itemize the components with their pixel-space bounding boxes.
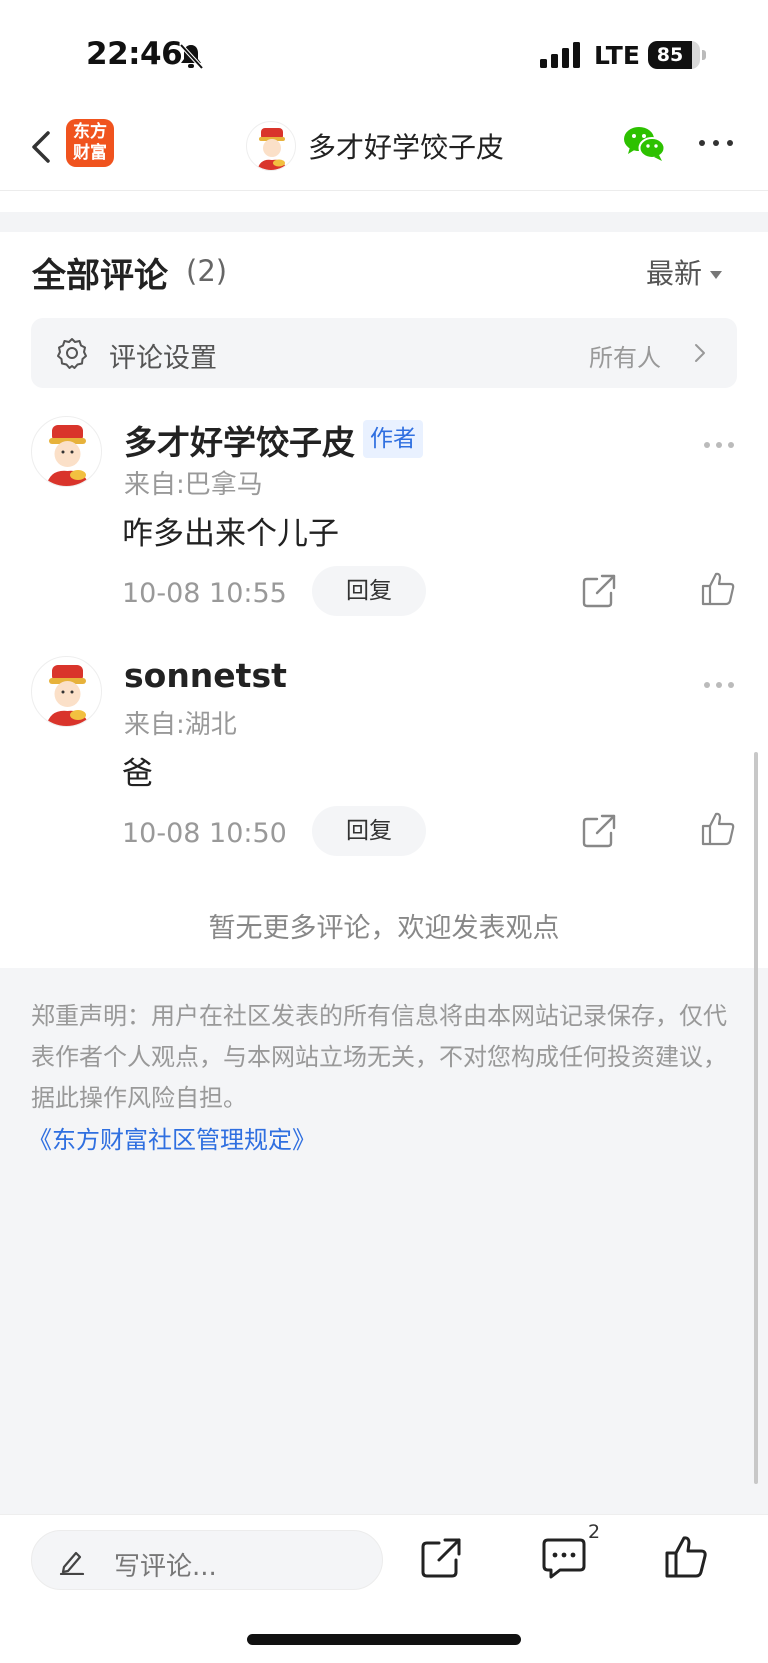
comment-settings-bar[interactable]: 评论设置 所有人 (31, 318, 737, 388)
comments-title: 全部评论 (32, 256, 168, 296)
settings-value: 所有人 (589, 344, 661, 372)
back-icon[interactable] (24, 121, 60, 173)
comment-icon[interactable] (542, 1537, 586, 1579)
more-icon[interactable] (696, 131, 736, 155)
scrollbar[interactable] (754, 752, 758, 1484)
page-title: 多才好学饺子皮 (308, 131, 505, 164)
comment-location: 来自:巴拿马 (124, 470, 263, 500)
thumbs-up-icon[interactable] (700, 571, 736, 607)
comment-text: 咋多出来个儿子 (122, 516, 339, 552)
sort-dropdown[interactable]: 最新 (646, 252, 723, 292)
signal-icon (540, 42, 580, 68)
app-logo[interactable]: 东方财富 (66, 119, 114, 167)
comment-location: 来自:湖北 (124, 710, 237, 740)
status-bar: 22:46 LTE 85 (0, 0, 768, 105)
comments-count: (2) (186, 254, 228, 288)
more-icon[interactable] (704, 440, 740, 450)
status-time: 22:46 (86, 36, 183, 72)
network-type: LTE (594, 41, 640, 70)
section-divider (0, 212, 768, 232)
share-icon[interactable] (582, 814, 616, 848)
community-rules-link[interactable]: 《东方财富社区管理规定》 (28, 1120, 316, 1155)
thumbs-up-icon[interactable] (664, 1535, 708, 1579)
battery-cap (702, 50, 706, 60)
home-indicator[interactable] (247, 1634, 521, 1645)
avatar[interactable] (246, 121, 296, 171)
reply-button[interactable]: 回复 (312, 806, 426, 856)
chevron-right-icon (695, 344, 705, 362)
comment-input[interactable]: 写评论... (31, 1530, 383, 1590)
avatar[interactable] (31, 656, 102, 727)
comment-time: 10-08 10:50 (122, 818, 287, 849)
disclaimer-text: 郑重声明：用户在社区发表的所有信息将由本网站记录保存，仅代表作者个人观点，与本网… (31, 1002, 727, 1112)
avatar[interactable] (31, 416, 102, 487)
no-more-comments: 暂无更多评论，欢迎发表观点 (208, 913, 560, 944)
thumbs-up-icon[interactable] (700, 811, 736, 847)
battery-indicator: 85 (648, 41, 700, 69)
comment-text: 爸 (122, 756, 153, 792)
comment-author[interactable]: 多才好学饺子皮 (124, 416, 355, 464)
comment-input-placeholder: 写评论... (114, 1552, 217, 1582)
settings-label: 评论设置 (109, 343, 217, 374)
gear-icon (57, 338, 87, 369)
wechat-icon[interactable] (622, 123, 666, 163)
comment-item: 多才好学饺子皮 作者 来自:巴拿马 咋多出来个儿子 10-08 10:55 回复 (0, 416, 768, 636)
reply-button[interactable]: 回复 (312, 566, 426, 616)
disclaimer-panel: 郑重声明：用户在社区发表的所有信息将由本网站记录保存，仅代表作者个人观点，与本网… (0, 968, 768, 1514)
nav-bar: 东方财富 多才好学饺子皮 (0, 105, 768, 191)
comment-author[interactable]: sonnetst (124, 656, 287, 695)
comment-item: sonnetst 来自:湖北 爸 10-08 10:50 回复 (0, 656, 768, 876)
share-icon[interactable] (582, 574, 616, 608)
bell-off-icon (179, 43, 204, 70)
caret-down-icon (710, 271, 723, 279)
comment-count-badge: 2 (588, 1521, 601, 1543)
battery-level: 85 (656, 44, 684, 66)
sort-label: 最新 (646, 257, 703, 290)
pen-icon (59, 1551, 85, 1575)
more-icon[interactable] (704, 680, 740, 690)
author-badge: 作者 (363, 420, 423, 458)
comment-time: 10-08 10:55 (122, 578, 287, 609)
share-icon[interactable] (420, 1537, 462, 1579)
